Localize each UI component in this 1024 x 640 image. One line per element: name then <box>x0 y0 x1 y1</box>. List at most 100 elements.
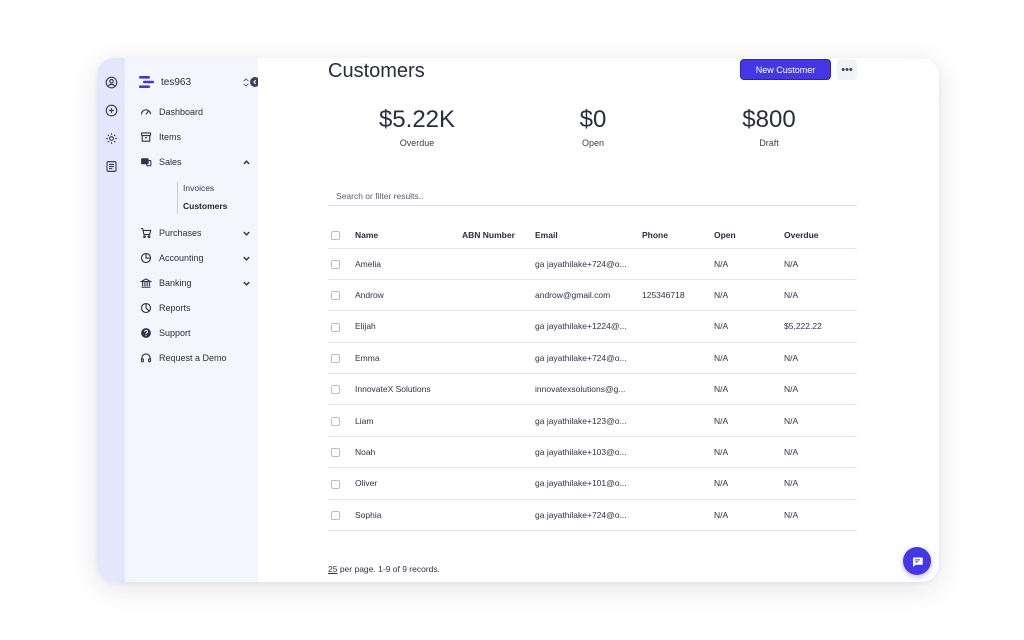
table-row[interactable]: Amelia ga jayathilake+724@o... N/A N/A <box>328 248 857 280</box>
cell-open: N/A <box>714 499 784 532</box>
sidebar-item-label: Accounting <box>159 253 204 263</box>
row-checkbox[interactable] <box>331 385 340 395</box>
chat-bubble-icon <box>912 556 923 567</box>
cell-email: innovatexsolutions@g... <box>535 373 642 406</box>
stat-draft: $800 Draft <box>699 106 839 148</box>
sidebar-item-label: Support <box>159 328 191 338</box>
table-row[interactable]: Emma ga jayathilake+724@o... N/A N/A <box>328 342 857 375</box>
chart-pie-icon <box>139 302 152 315</box>
row-checkbox[interactable] <box>331 448 340 458</box>
chat-support-button[interactable] <box>903 547 931 575</box>
table-row[interactable]: Liam ga jayathilake+123@o... N/A N/A <box>328 404 857 437</box>
chevron-down-icon <box>241 278 251 288</box>
table-row[interactable]: Noah ga jayathilake+103@o... N/A N/A <box>328 436 857 469</box>
add-circle-icon[interactable] <box>103 102 119 118</box>
cell-overdue: N/A <box>784 436 857 469</box>
cell-phone <box>642 373 714 406</box>
row-checkbox[interactable] <box>331 322 340 332</box>
sidebar-item-reports[interactable]: Reports <box>139 299 251 317</box>
column-header-email[interactable]: Email <box>535 223 642 249</box>
sidebar-item-label: Dashboard <box>159 107 204 117</box>
pie-chart-icon <box>139 252 152 265</box>
search-input[interactable] <box>328 186 857 206</box>
cell-name[interactable]: InnovateX Solutions <box>355 373 462 406</box>
cell-overdue: N/A <box>784 404 857 437</box>
cell-name[interactable]: Sophia <box>355 499 462 532</box>
table-row[interactable]: Elijah ga jayathilake+1224@... N/A $5,22… <box>328 310 857 343</box>
chevron-up-icon <box>241 157 251 167</box>
cell-abn <box>462 279 535 312</box>
main-content: Customers New Customer ••• $5.22K Overdu… <box>258 58 939 582</box>
select-all-checkbox[interactable] <box>331 231 340 241</box>
stat-label: Open <box>581 138 605 148</box>
cell-abn <box>462 248 535 280</box>
sidebar-item-items[interactable]: Items <box>139 128 251 146</box>
cell-open: N/A <box>714 279 784 312</box>
sidebar-item-label: Items <box>159 132 182 142</box>
cell-name[interactable]: Androw <box>355 279 462 312</box>
sidebar-item-dashboard[interactable]: Dashboard <box>139 103 251 121</box>
table-row[interactable]: Oliver ga jayathilake+101@o... N/A N/A <box>328 467 857 500</box>
sidebar-item-label: Purchases <box>159 228 202 238</box>
user-circle-icon[interactable] <box>103 74 119 90</box>
cell-open: N/A <box>714 248 784 280</box>
cell-name[interactable]: Oliver <box>355 467 462 500</box>
table-row[interactable]: Sophia ga jayathilake+724@o... N/A N/A <box>328 499 857 532</box>
new-customer-button[interactable]: New Customer <box>740 59 831 80</box>
workspace-switcher[interactable]: tes963 <box>139 74 251 90</box>
sidebar-item-banking[interactable]: Banking <box>139 274 251 292</box>
cell-email: ga jayathilake+724@o... <box>535 342 642 375</box>
row-checkbox[interactable] <box>331 291 340 301</box>
cell-abn <box>462 499 535 532</box>
sidebar-item-request-demo[interactable]: Request a Demo <box>139 349 251 367</box>
row-checkbox[interactable] <box>331 510 340 520</box>
archive-box-icon <box>139 131 152 144</box>
document-icon[interactable] <box>103 158 119 174</box>
sidebar-item-label: Request a Demo <box>159 353 227 363</box>
more-options-button[interactable]: ••• <box>837 59 857 80</box>
chevron-down-icon <box>241 228 251 238</box>
column-header-abn[interactable]: ABN Number <box>462 223 535 249</box>
row-checkbox[interactable] <box>331 416 340 426</box>
shopping-cart-icon <box>139 227 152 240</box>
cell-overdue: N/A <box>784 373 857 406</box>
column-header-overdue[interactable]: Overdue <box>784 223 857 249</box>
sidebar: tes963 Dashboard Items Sales Invoices Cu… <box>125 58 260 582</box>
stat-amount: $800 <box>742 106 796 133</box>
cell-name[interactable]: Noah <box>355 436 462 469</box>
cell-email: ga jayathilake+1224@... <box>535 310 642 343</box>
cell-overdue: $5,222.22 <box>784 310 857 343</box>
cell-phone <box>642 499 714 532</box>
cell-open: N/A <box>714 310 784 343</box>
row-checkbox[interactable] <box>331 479 340 489</box>
cell-name[interactable]: Amelia <box>355 248 462 280</box>
table-row[interactable]: InnovateX Solutions innovatexsolutions@g… <box>328 373 857 406</box>
row-checkbox[interactable] <box>331 259 340 269</box>
column-header-phone[interactable]: Phone <box>642 223 714 249</box>
cell-overdue: N/A <box>784 467 857 500</box>
cell-email: ga jayathilake+724@o... <box>535 499 642 532</box>
sidebar-subitem-customers[interactable]: Customers <box>183 201 227 211</box>
cell-overdue: N/A <box>784 342 857 375</box>
cell-name[interactable]: Liam <box>355 404 462 437</box>
table-row[interactable]: Androw androw@gmail.com 125346718 N/A N/… <box>328 279 857 312</box>
sidebar-item-purchases[interactable]: Purchases <box>139 224 251 242</box>
sidebar-item-support[interactable]: Support <box>139 324 251 342</box>
column-header-name[interactable]: Name <box>355 223 462 249</box>
stat-label: Draft <box>759 138 779 148</box>
sidebar-subitem-invoices[interactable]: Invoices <box>183 183 214 193</box>
gear-icon[interactable] <box>103 130 119 146</box>
cell-name[interactable]: Emma <box>355 342 462 375</box>
page-title: Customers <box>328 60 425 82</box>
stat-open: $0 Open <box>523 106 663 148</box>
cell-phone <box>642 310 714 343</box>
chevron-down-icon <box>241 253 251 263</box>
cell-name[interactable]: Elijah <box>355 310 462 343</box>
customers-table: Name ABN Number Email Phone Open Overdue… <box>328 223 857 532</box>
column-header-open[interactable]: Open <box>714 223 784 249</box>
sidebar-item-sales[interactable]: Sales <box>139 153 251 171</box>
row-checkbox[interactable] <box>331 353 340 363</box>
sidebar-item-label: Sales <box>159 157 182 167</box>
sidebar-item-accounting[interactable]: Accounting <box>139 249 251 267</box>
stat-amount: $5.22K <box>378 106 456 133</box>
